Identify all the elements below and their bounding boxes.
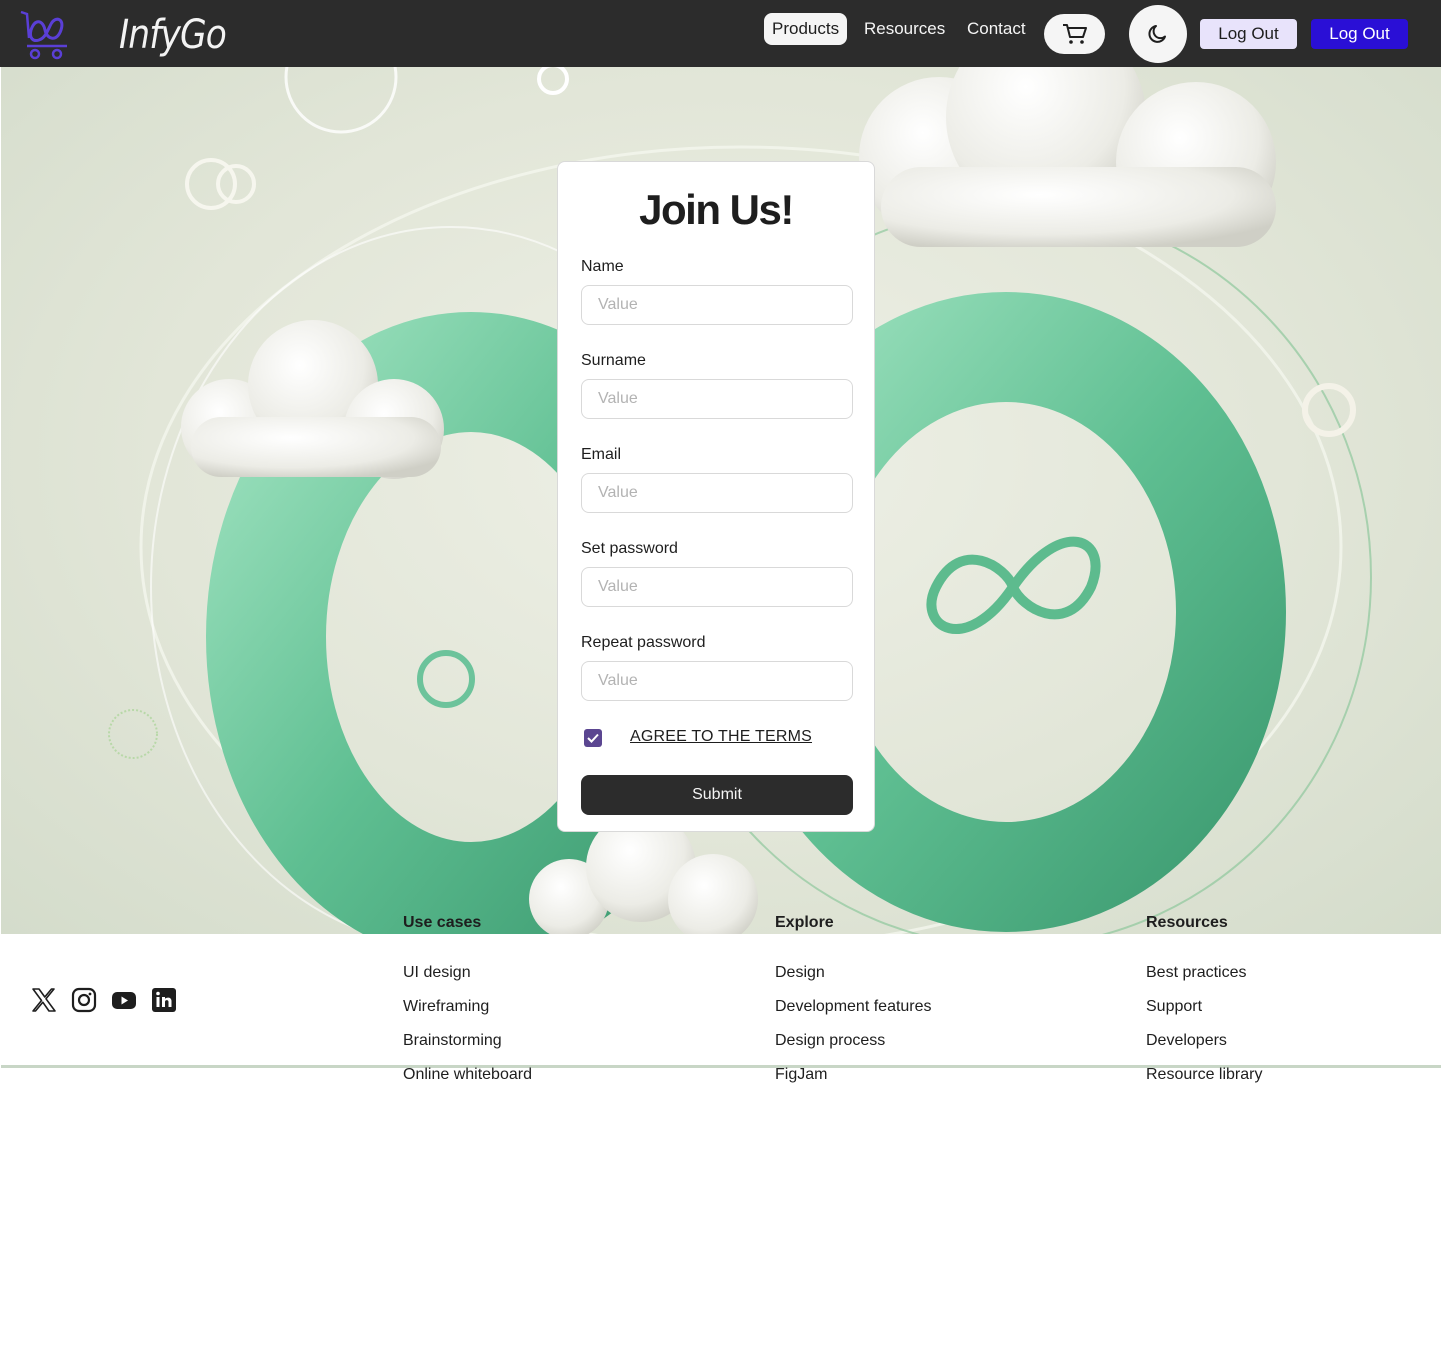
footer-title-explore: Explore [775,914,834,931]
surname-label: Surname [581,352,646,369]
name-input[interactable] [581,285,853,325]
footer-link-development-features[interactable]: Development features [775,998,932,1016]
cart-icon [1062,24,1087,44]
footer-link-resource-library[interactable]: Resource library [1146,1066,1262,1084]
cart-button[interactable] [1044,14,1105,54]
nav-products[interactable]: Products [764,13,848,45]
signup-card: Join Us! Name Surname Email Set password… [557,161,875,832]
x-icon[interactable] [31,987,57,1013]
footer-link-developers[interactable]: Developers [1146,1032,1227,1050]
checkmark-icon [587,733,599,743]
brand-name[interactable]: InfyGo [119,12,227,58]
footer-link-support[interactable]: Support [1146,998,1202,1016]
email-label: Email [581,446,622,463]
name-label: Name [581,258,624,275]
terms-checkbox[interactable] [584,729,602,747]
footer-link-figjam[interactable]: FigJam [775,1066,827,1084]
set-password-label: Set password [581,540,678,557]
top-navbar: InfyGo Products Resources Contact Log Ou… [0,0,1441,67]
footer-link-best-practices[interactable]: Best practices [1146,964,1246,982]
repeat-password-input[interactable] [581,661,853,701]
footer-link-design[interactable]: Design [775,964,825,982]
nav-contact[interactable]: Contact [959,13,1034,45]
footer-link-design-process[interactable]: Design process [775,1032,885,1050]
footer-link-ui-design[interactable]: UI design [403,964,471,982]
email-input[interactable] [581,473,853,513]
footer-title-resources: Resources [1146,914,1228,931]
repeat-password-label: Repeat password [581,634,706,651]
submit-button[interactable]: Submit [581,775,853,815]
footer-link-brainstorming[interactable]: Brainstorming [403,1032,502,1050]
footer-link-wireframing[interactable]: Wireframing [403,998,489,1016]
theme-toggle-button[interactable] [1129,5,1187,63]
moon-icon [1148,25,1166,43]
footer-link-online-whiteboard[interactable]: Online whiteboard [403,1066,532,1084]
infinity-cart-logo-icon[interactable] [17,8,73,62]
youtube-icon[interactable] [111,987,137,1013]
linkedin-icon[interactable] [151,987,177,1013]
nav-resources[interactable]: Resources [856,13,953,45]
form-title: Join Us! [639,186,794,233]
set-password-input[interactable] [581,567,853,607]
logout-button-primary[interactable]: Log Out [1311,19,1408,49]
footer-title-use-cases: Use cases [403,914,482,931]
surname-input[interactable] [581,379,853,419]
terms-link[interactable]: AGREE TO THE TERMS [630,728,812,746]
instagram-icon[interactable] [71,987,97,1013]
logout-button-secondary[interactable]: Log Out [1200,19,1297,49]
